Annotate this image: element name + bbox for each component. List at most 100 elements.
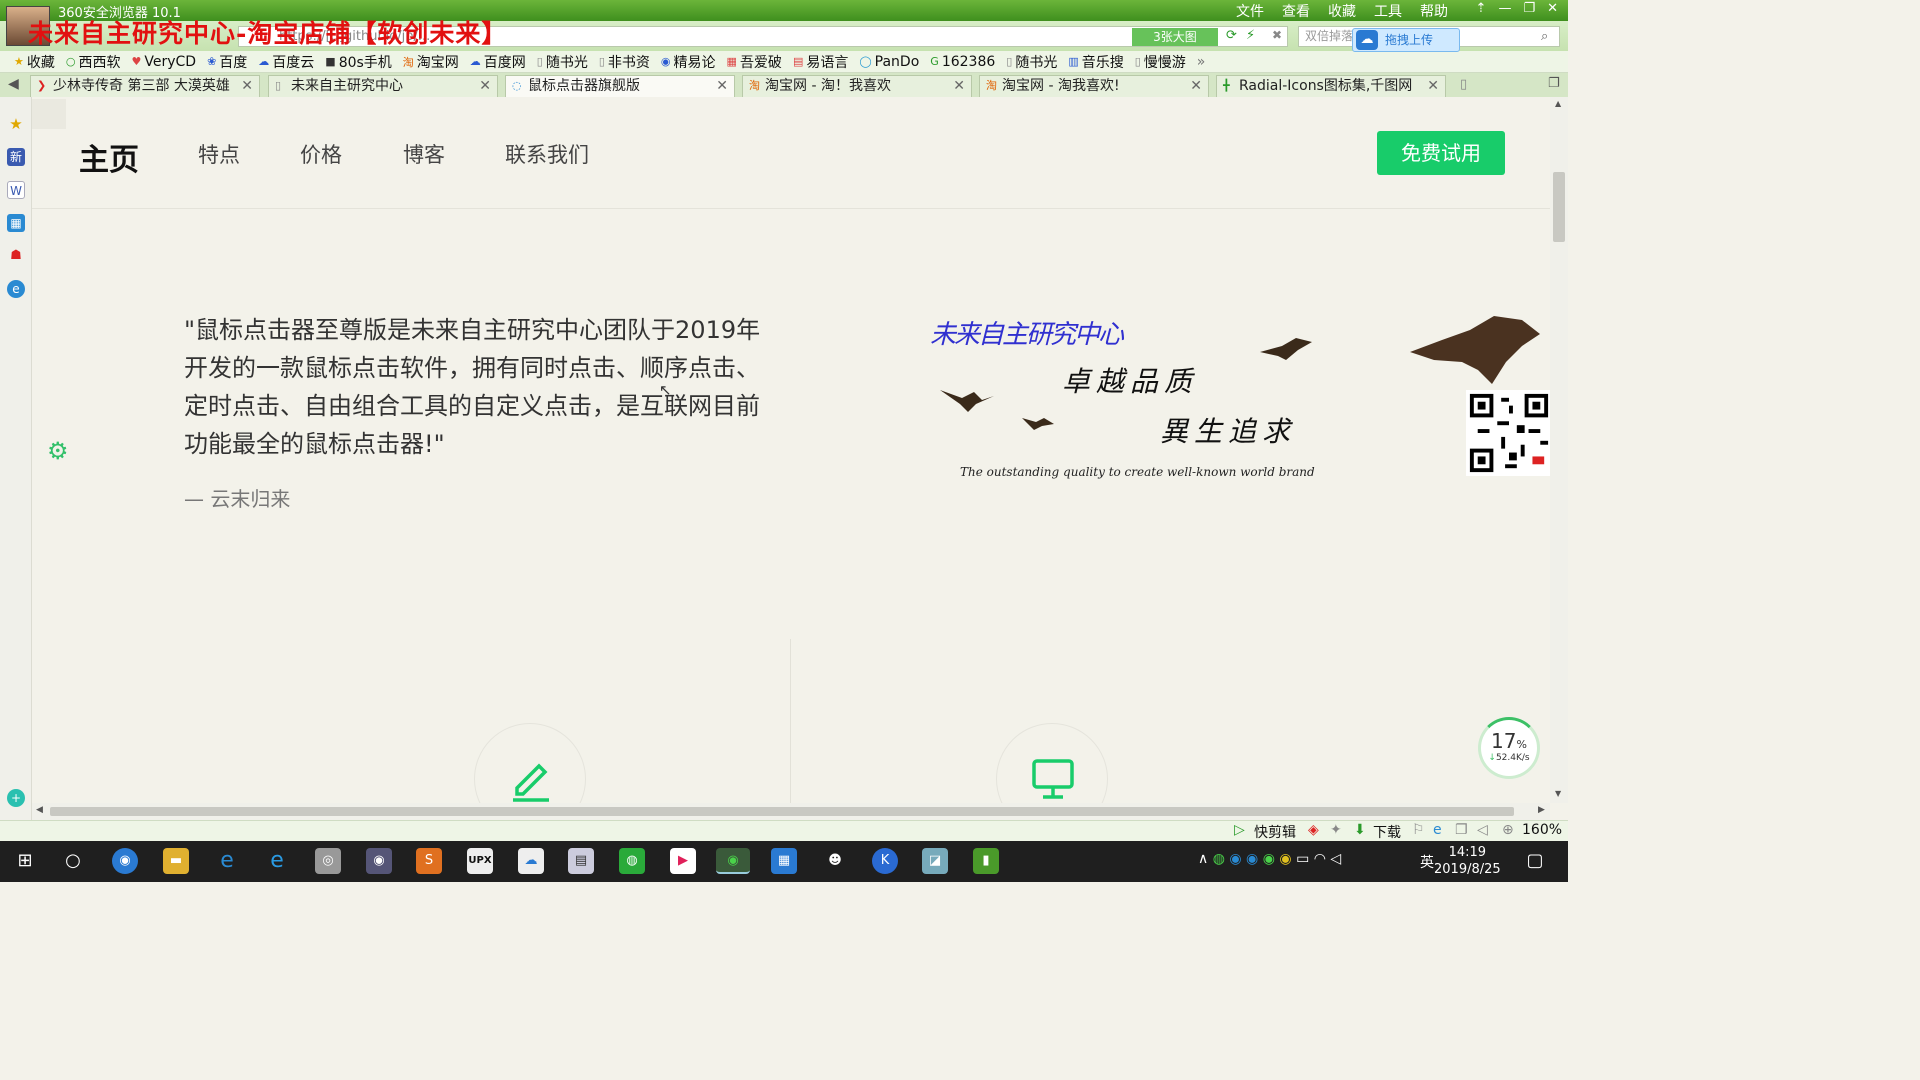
bookmark-item[interactable]: ▥ 音乐搜 — [1068, 52, 1123, 72]
edge-icon[interactable]: e — [214, 848, 240, 874]
bookmark-item[interactable]: ☁ 百度云 — [258, 52, 314, 72]
tray-expand-icon[interactable]: ∧ — [1198, 851, 1208, 867]
app-icon[interactable]: ▮ — [973, 848, 999, 874]
scroll-up-icon[interactable]: ▲ — [1555, 99, 1561, 108]
wechat-icon[interactable]: ◍ — [619, 848, 645, 874]
tab-close-icon[interactable]: ✕ — [1427, 76, 1439, 96]
download-button[interactable]: 下载 — [1373, 822, 1401, 842]
vertical-scroll-thumb[interactable] — [1553, 172, 1565, 242]
word-icon[interactable]: W — [7, 181, 25, 199]
add-icon[interactable]: + — [7, 789, 25, 807]
bookmark-item[interactable]: ■ 80s手机 — [325, 52, 392, 72]
menu-help[interactable]: 帮助 — [1420, 1, 1448, 21]
game-icon[interactable]: ☗ — [7, 247, 25, 265]
record-icon[interactable]: ◈ — [1308, 822, 1319, 838]
bookmark-item[interactable]: ○ 西西软 — [66, 52, 121, 72]
tab-close-icon[interactable]: ✕ — [479, 76, 491, 96]
bookmark-item[interactable]: ▯ 慢慢游 — [1135, 52, 1186, 72]
windows-start-icon[interactable]: ⊞ — [12, 848, 38, 874]
tab-6[interactable]: ╋ Radial-Icons图标集,千图网 ✕ — [1216, 75, 1446, 97]
nav-home[interactable]: 主页 — [79, 135, 139, 179]
pin-icon[interactable]: ✦ — [1330, 822, 1342, 838]
clear-icon[interactable]: ✖ — [1272, 28, 1282, 42]
back-arrow-icon[interactable]: ◀ — [8, 76, 19, 92]
vertical-scrollbar[interactable]: ▲ ▼ — [1550, 97, 1568, 803]
wifi-icon[interactable]: ◠ — [1314, 851, 1326, 867]
tab-3[interactable]: ◌ 鼠标点击器旗舰版 ✕ — [505, 75, 735, 97]
app-icon[interactable]: ◎ — [315, 848, 341, 874]
nav-contact[interactable]: 联系我们 — [505, 139, 589, 169]
app-icon[interactable]: ◉ — [112, 848, 138, 874]
tab-1[interactable]: ❯ 少林寺传奇 第三部 大漠英雄 ✕ — [30, 75, 260, 97]
app-icon[interactable]: ◪ — [922, 848, 948, 874]
360-tray-icon[interactable]: ◉ — [1263, 851, 1275, 867]
notification-icon[interactable]: ▢ — [1522, 848, 1548, 874]
tab-5[interactable]: 淘淘宝网 - 淘我喜欢! ✕ — [979, 75, 1209, 97]
bookmark-item[interactable]: ◯ PanDo — [859, 54, 919, 70]
pin-icon[interactable]: ⇡ — [1476, 1, 1487, 16]
app-icon[interactable]: ◉ — [366, 848, 392, 874]
nav-pricing[interactable]: 价格 — [300, 139, 342, 169]
bookmark-item[interactable]: ☁ 百度网 — [470, 52, 526, 72]
bookmark-item[interactable]: G 162386 — [930, 54, 995, 70]
close-icon[interactable]: ✕ — [1547, 1, 1558, 16]
search-icon[interactable]: ⌕ — [1541, 29, 1548, 44]
baidu-cloud-icon[interactable]: ☁ — [518, 848, 544, 874]
restore-icon[interactable]: ❐ — [1523, 1, 1535, 16]
scroll-left-icon[interactable]: ◀ — [36, 805, 43, 815]
document-icon[interactable]: ▤ — [568, 848, 594, 874]
360-browser-icon[interactable]: ◉ — [716, 848, 750, 874]
calendar-icon[interactable]: ▦ — [7, 214, 25, 232]
bookmark-item[interactable]: 淘淘宝网 — [403, 52, 459, 72]
free-trial-button[interactable]: 免费试用 — [1377, 131, 1505, 175]
sublime-icon[interactable]: S — [416, 848, 442, 874]
zoom-icon[interactable]: ⊕ — [1502, 822, 1514, 838]
refresh-icon[interactable]: ⟳ — [1226, 28, 1237, 43]
tab-4[interactable]: 淘淘宝网 - 淘！我喜欢 ✕ — [742, 75, 972, 97]
wechat-tray-icon[interactable]: ◍ — [1213, 851, 1225, 867]
system-clock[interactable]: 14:19 2019/8/25 — [1434, 844, 1501, 878]
scroll-down-icon[interactable]: ▼ — [1555, 789, 1561, 798]
bookmark-item[interactable]: ▯ 非书资 — [599, 52, 650, 72]
window-icon[interactable]: ❐ — [1455, 822, 1468, 838]
upload-button[interactable]: ☁ 拖拽上传 — [1352, 28, 1460, 52]
tab-2[interactable]: ▯ 未来自主研究中心 ✕ — [268, 75, 498, 97]
gear-icon[interactable]: ⚙ — [47, 437, 69, 465]
qq-icon[interactable]: ☻ — [822, 848, 848, 874]
ime-indicator[interactable]: 英 — [1420, 852, 1434, 872]
upx-icon[interactable]: UPX — [467, 848, 493, 874]
cortana-icon[interactable]: ○ — [60, 848, 86, 874]
bookmark-item[interactable]: ▯ 随书光 — [537, 52, 588, 72]
app-tray-icon[interactable]: ◉ — [1279, 851, 1291, 867]
new-tab-icon[interactable]: ▯ — [1460, 77, 1467, 92]
youku-icon[interactable]: ▶ — [670, 848, 696, 874]
k-tray-icon[interactable]: ◉ — [1229, 851, 1241, 867]
bookmarks-overflow-icon[interactable]: » — [1197, 54, 1206, 70]
favorites-star-icon[interactable]: ★ — [7, 115, 25, 133]
k-app-icon[interactable]: K — [872, 848, 898, 874]
tab-close-icon[interactable]: ✕ — [241, 76, 253, 96]
tab-close-icon[interactable]: ✕ — [953, 76, 965, 96]
news-icon[interactable]: 新 — [7, 148, 25, 166]
file-explorer-icon[interactable]: ▬ — [163, 848, 189, 874]
menu-view[interactable]: 查看 — [1282, 1, 1310, 21]
battery-icon[interactable]: ▭ — [1296, 851, 1309, 867]
nav-features[interactable]: 特点 — [198, 139, 240, 169]
tab-list-icon[interactable]: ❐ — [1548, 76, 1560, 91]
bookmark-item[interactable]: ♥ VeryCD — [131, 54, 196, 70]
bookmark-item[interactable]: ▤ 易语言 — [793, 52, 848, 72]
tab-close-icon[interactable]: ✕ — [1190, 76, 1202, 96]
tab-close-icon[interactable]: ✕ — [716, 76, 728, 96]
big-image-button[interactable]: 3张大图 — [1132, 28, 1218, 46]
clip-button[interactable]: 快剪辑 — [1254, 822, 1296, 842]
bookmark-favorites[interactable]: ★ 收藏 — [14, 52, 55, 72]
lightning-icon[interactable]: ⚡ — [1246, 28, 1255, 43]
minimize-icon[interactable]: — — [1498, 1, 1511, 16]
speaker-icon[interactable]: ◁ — [1330, 851, 1341, 867]
horizontal-scrollbar[interactable]: ◀ ▶ — [32, 803, 1550, 820]
nav-blog[interactable]: 博客 — [403, 139, 445, 169]
bookmark-item[interactable]: ◉ 精易论 — [661, 52, 716, 72]
qr-code[interactable] — [1466, 390, 1550, 476]
windows-app-icon[interactable]: ▦ — [771, 848, 797, 874]
ie-icon[interactable]: e — [1433, 822, 1442, 838]
